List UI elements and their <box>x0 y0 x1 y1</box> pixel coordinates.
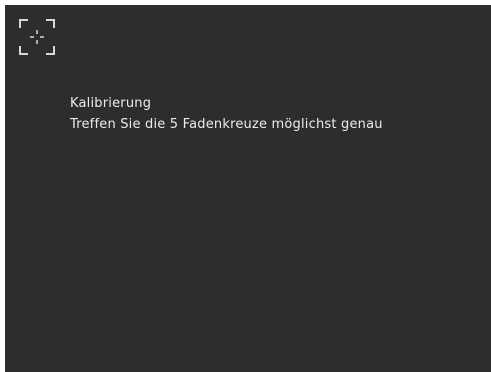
calibration-title: Kalibrierung <box>70 96 152 111</box>
calibration-screen: Kalibrierung Treffen Sie die 5 Fadenkreu… <box>5 5 491 372</box>
calibration-text: Kalibrierung Treffen Sie die 5 Fadenkreu… <box>70 93 383 135</box>
calibration-instruction: Treffen Sie die 5 Fadenkreuze möglichst … <box>70 117 383 132</box>
calibration-crosshair-icon[interactable] <box>19 19 55 55</box>
